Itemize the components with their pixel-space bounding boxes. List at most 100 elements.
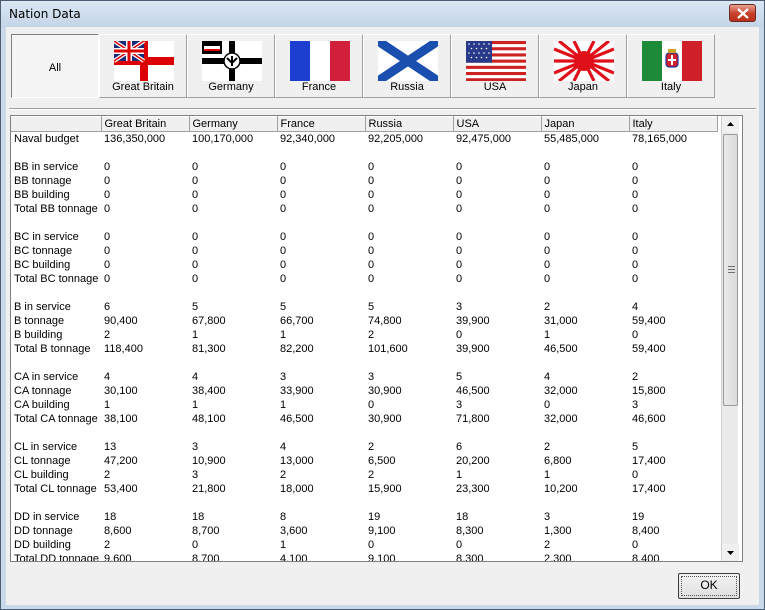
table-cell: 0 <box>632 175 639 187</box>
row-label: Total B tonnage <box>14 343 91 355</box>
tab-germany[interactable]: Germany <box>187 34 275 98</box>
table-cell: 18,000 <box>280 483 314 495</box>
vertical-scrollbar[interactable] <box>721 116 739 561</box>
column-header[interactable]: Great Britain <box>101 116 190 132</box>
nation-data-grid[interactable]: Great Britain Germany France Russia USA Japan… <box>10 115 743 562</box>
table-cell: 0 <box>456 245 463 257</box>
table-cell: 92,340,000 <box>280 133 336 145</box>
table-cell: 92,205,000 <box>368 133 424 145</box>
table-header: Great Britain Germany France Russia USA Japan… <box>11 116 718 132</box>
table-cell: 8,400 <box>632 553 660 562</box>
header-corner[interactable] <box>11 116 102 132</box>
dialog-client: All Great Britain Germany France Russia … <box>6 27 759 605</box>
table-cell: 8,400 <box>632 525 660 537</box>
table-cell: 4 <box>632 301 639 313</box>
tab-japan[interactable]: Japan <box>539 34 627 98</box>
tab-great-britain[interactable]: Great Britain <box>99 34 187 98</box>
table-cell: 0 <box>456 161 463 173</box>
blank-cell <box>11 356 717 370</box>
table-cell: 0 <box>368 231 375 243</box>
tab-usa[interactable]: USA <box>451 34 539 98</box>
table-cell: 3 <box>192 469 199 481</box>
tab-label: Russia <box>390 81 424 93</box>
column-header[interactable]: Italy <box>629 116 718 132</box>
table-cell: 0 <box>632 161 639 173</box>
table-cell: 1 <box>192 399 199 411</box>
table-row: Total BC tonnage 0 0 0 0 0 0 0 <box>11 272 717 286</box>
scroll-thumb[interactable] <box>723 134 738 406</box>
table-cell: 5 <box>368 301 375 313</box>
column-header[interactable]: Japan <box>541 116 630 132</box>
table-row: Total BB tonnage 0 0 0 0 0 0 0 <box>11 202 717 216</box>
table-cell: 0 <box>632 245 639 257</box>
column-header[interactable]: Russia <box>365 116 454 132</box>
column-header[interactable]: USA <box>453 116 542 132</box>
italy-flag-icon <box>642 41 702 81</box>
table-cell: 0 <box>632 539 639 551</box>
table-cell: 3 <box>456 399 463 411</box>
table-cell: 4 <box>544 371 551 383</box>
row-label: Total BB tonnage <box>14 203 98 215</box>
row-label: BC in service <box>14 231 79 243</box>
table-cell: 0 <box>544 189 551 201</box>
column-header[interactable]: Germany <box>189 116 278 132</box>
column-header[interactable]: France <box>277 116 366 132</box>
table-cell: 0 <box>192 245 199 257</box>
nation-data-window: Nation Data All Great Britain Germany Fr… <box>0 0 765 610</box>
table-cell: 101,600 <box>368 343 408 355</box>
scroll-down-button[interactable] <box>722 544 739 561</box>
title-bar[interactable]: Nation Data <box>1 1 764 27</box>
table-row: DD tonnage 8,600 8,700 3,600 9,100 8,300 1,300… <box>11 524 717 538</box>
table-cell: 0 <box>456 259 463 271</box>
table-cell: 3,600 <box>280 525 308 537</box>
table-cell: 13,000 <box>280 455 314 467</box>
tab-france[interactable]: France <box>275 34 363 98</box>
table-row: Naval budget 136,350,000 100,170,000 92,340… <box>11 132 717 147</box>
table-cell: 1 <box>456 469 463 481</box>
table-body: Naval budget 136,350,000 100,170,000 92,340… <box>11 132 717 562</box>
table-cell: 0 <box>280 245 287 257</box>
table-cell: 71,800 <box>456 413 490 425</box>
table-cell: 9,600 <box>104 553 132 562</box>
table-cell: 0 <box>104 273 111 285</box>
table-cell: 0 <box>280 175 287 187</box>
table-cell: 0 <box>104 161 111 173</box>
arrow-down-icon <box>727 551 734 555</box>
table-cell: 78,165,000 <box>632 133 688 145</box>
tab-russia[interactable]: Russia <box>363 34 451 98</box>
spacer-row <box>11 286 717 300</box>
table-cell: 0 <box>456 203 463 215</box>
table-cell: 6 <box>456 441 463 453</box>
tab-italy[interactable]: Italy <box>627 34 715 98</box>
row-label: BB in service <box>14 161 79 173</box>
table-cell: 4 <box>192 371 199 383</box>
table-cell: 0 <box>104 189 111 201</box>
table-row: B tonnage 90,400 67,800 66,700 74,800 39,900 3… <box>11 314 717 328</box>
table-cell: 21,800 <box>192 483 226 495</box>
table-row: BC tonnage 0 0 0 0 0 0 0 <box>11 244 717 258</box>
close-button[interactable] <box>729 4 756 22</box>
table-cell: 15,800 <box>632 385 666 397</box>
table-cell: 0 <box>456 175 463 187</box>
spacer-row <box>11 216 717 230</box>
table-row: CL tonnage 47,200 10,900 13,000 6,500 20,200 6… <box>11 454 717 468</box>
blank-cell <box>11 146 717 160</box>
table-cell: 48,100 <box>192 413 226 425</box>
tab-label: USA <box>483 81 507 93</box>
table-cell: 17,400 <box>632 455 666 467</box>
row-label: CL tonnage <box>14 455 71 467</box>
table-cell: 3 <box>280 371 287 383</box>
tab-all[interactable]: All <box>11 34 99 98</box>
table-cell: 5 <box>192 301 199 313</box>
table-cell: 46,500 <box>544 343 578 355</box>
table-row: Total CL tonnage 53,400 21,800 18,000 15,900… <box>11 482 717 496</box>
table-cell: 0 <box>368 539 375 551</box>
row-label: CA in service <box>14 371 79 383</box>
table-row: DD in service 18 18 8 19 18 3 19 <box>11 510 717 524</box>
scroll-up-button[interactable] <box>722 116 739 133</box>
table-row: CL building 2 3 2 2 1 1 0 <box>11 468 717 482</box>
table-cell: 2 <box>632 371 639 383</box>
ok-button[interactable]: OK <box>678 573 740 599</box>
grip-line <box>728 272 735 273</box>
table-cell: 19 <box>368 511 381 523</box>
